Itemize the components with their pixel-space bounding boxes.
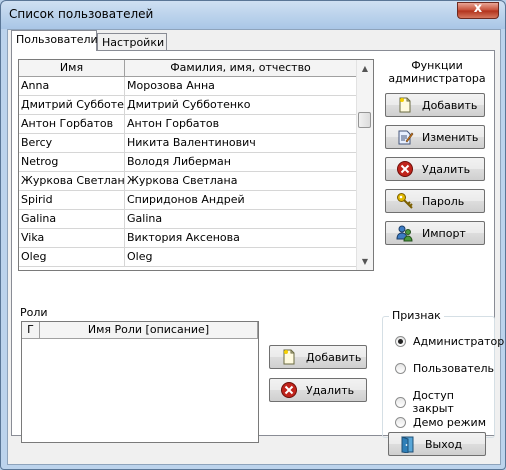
cell-username: Galina xyxy=(19,210,125,229)
table-row[interactable]: Spirid Спиридонов Андрей xyxy=(19,191,357,210)
roles-label: Роли xyxy=(20,306,48,319)
delete-role-button[interactable]: Удалить xyxy=(269,378,367,402)
table-row[interactable]: Дмитрий СубботенкДмитрий Субботенко xyxy=(19,96,357,115)
table-row[interactable]: Galina Galina xyxy=(19,210,357,229)
roles-list[interactable]: Г Имя Роли [описание] xyxy=(21,321,259,443)
cell-username: Дмитрий Субботенк xyxy=(19,96,125,115)
cell-username: Netrog xyxy=(19,153,125,172)
tab-settings[interactable]: Настройки xyxy=(97,33,167,51)
exit-label: Выход xyxy=(425,437,463,451)
cell-fullname: Володя Либерман xyxy=(125,153,357,172)
import-users-icon xyxy=(396,225,413,242)
column-header-role-name[interactable]: Имя Роли [описание] xyxy=(40,322,258,339)
window-title: Список пользователей xyxy=(9,7,154,21)
radio-user[interactable]: Пользователь xyxy=(395,362,494,375)
table-row[interactable]: Журкова Светлана Журкова Светлана xyxy=(19,172,357,191)
cell-fullname: Oleg xyxy=(125,248,357,267)
users-table-scrollbar[interactable]: ▲ ▼ xyxy=(356,60,373,270)
exit-door-icon xyxy=(401,436,414,453)
scrollbar-thumb[interactable] xyxy=(358,112,371,128)
column-header-g[interactable]: Г xyxy=(22,322,40,339)
scroll-down-arrow-icon[interactable]: ▼ xyxy=(357,253,373,270)
column-header-name[interactable]: Имя xyxy=(19,60,125,77)
cell-username: Антон Горбатов xyxy=(19,115,125,134)
table-row[interactable]: Антон Горбатов Антон Горбатов xyxy=(19,115,357,134)
close-icon: x xyxy=(473,1,483,16)
edit-document-icon xyxy=(398,130,414,145)
cell-fullname: Журкова Светлана xyxy=(125,172,357,191)
table-row[interactable]: Oleg Oleg xyxy=(19,248,357,267)
cell-username: Журкова Светлана xyxy=(19,172,125,191)
table-row[interactable]: Bercy Никита Валентинович xyxy=(19,134,357,153)
tab-users[interactable]: Пользователи xyxy=(11,30,98,51)
radio-administrator[interactable]: Администратор xyxy=(395,335,504,348)
radio-dot xyxy=(395,363,406,374)
import-button[interactable]: Импорт xyxy=(385,221,485,245)
cell-fullname: Никита Валентинович xyxy=(125,134,357,153)
cell-fullname: Антон Горбатов xyxy=(125,115,357,134)
cell-fullname: Виктория Аксенова xyxy=(125,229,357,248)
radio-demo-mode-label: Демо режим xyxy=(413,416,486,429)
radio-dot xyxy=(395,336,406,347)
users-table-header: Имя Фамилия, имя, отчество xyxy=(19,60,357,77)
delete-icon xyxy=(281,382,297,398)
window-client: Пользователи Настройки Имя Фамилия, имя,… xyxy=(7,29,504,465)
attribute-group: Администратор Пользователь Доступ закрыт… xyxy=(382,316,504,438)
users-table[interactable]: Имя Фамилия, имя, отчество Anna Морозова … xyxy=(18,59,374,271)
cell-fullname: Спиридонов Андрей xyxy=(125,191,357,210)
add-user-button[interactable]: Добавить xyxy=(385,93,485,117)
cell-username: Anna xyxy=(19,77,125,96)
attribute-legend: Признак xyxy=(389,309,444,322)
delete-user-button[interactable]: Удалить xyxy=(385,157,485,181)
cell-fullname: Galina xyxy=(125,210,357,229)
edit-user-button[interactable]: Изменить xyxy=(385,125,485,149)
tab-users-label: Пользователи xyxy=(16,33,98,46)
scroll-up-arrow-icon[interactable]: ▲ xyxy=(357,60,373,77)
add-user-label: Добавить xyxy=(422,98,478,112)
password-label: Пароль xyxy=(422,194,465,208)
radio-dot xyxy=(395,396,406,408)
users-window: Список пользователей x Пользователи Наст… xyxy=(0,0,506,470)
cell-username: Vika xyxy=(19,229,125,248)
add-role-button[interactable]: Добавить xyxy=(269,345,367,369)
password-button[interactable]: Пароль xyxy=(385,189,485,213)
column-header-fullname[interactable]: Фамилия, имя, отчество xyxy=(125,60,357,77)
admin-functions-title: Функции администратора xyxy=(388,59,486,85)
delete-icon xyxy=(397,161,413,177)
close-button[interactable]: x xyxy=(457,1,499,19)
cell-fullname: Дмитрий Субботенко xyxy=(125,96,357,115)
radio-access-closed-label: Доступ закрыт xyxy=(412,389,454,415)
roles-table-header: Г Имя Роли [описание] xyxy=(22,322,258,339)
exit-button[interactable]: Выход xyxy=(388,432,486,456)
delete-user-label: Удалить xyxy=(422,162,471,176)
users-tab-panel: Имя Фамилия, имя, отчество Anna Морозова … xyxy=(11,50,504,443)
table-row[interactable]: Vika Виктория Аксенова xyxy=(19,229,357,248)
cell-username: Oleg xyxy=(19,248,125,267)
import-label: Импорт xyxy=(422,226,466,240)
table-row[interactable]: Anna Морозова Анна xyxy=(19,77,357,96)
radio-user-label: Пользователь xyxy=(413,362,495,375)
edit-user-label: Изменить xyxy=(422,130,479,144)
cell-fullname: Морозова Анна xyxy=(125,77,357,96)
add-role-label: Добавить xyxy=(306,350,362,364)
new-document-icon xyxy=(283,349,295,365)
radio-access-closed[interactable]: Доступ закрыт xyxy=(395,389,494,415)
radio-demo-mode[interactable]: Демо режим xyxy=(395,416,486,429)
table-row[interactable]: Netrog Володя Либерман xyxy=(19,153,357,172)
cell-username: Bercy xyxy=(19,134,125,153)
cell-username: Spirid xyxy=(19,191,125,210)
radio-dot xyxy=(395,417,406,428)
radio-administrator-label: Администратор xyxy=(413,335,505,348)
tab-settings-label: Настройки xyxy=(102,36,165,49)
delete-role-label: Удалить xyxy=(306,383,355,397)
key-icon xyxy=(397,193,413,209)
new-document-icon xyxy=(399,97,411,113)
